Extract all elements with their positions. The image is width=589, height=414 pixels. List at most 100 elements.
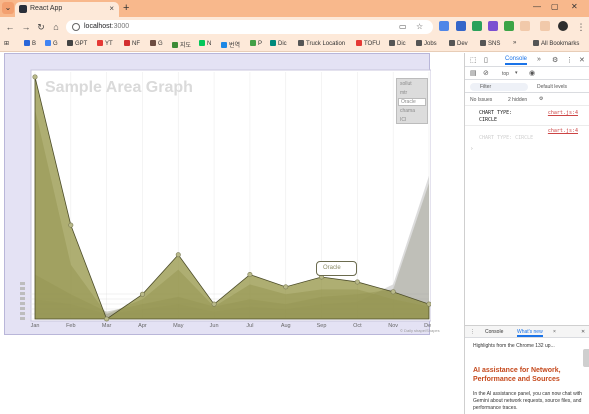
context-dropdown-icon[interactable]: ▾ bbox=[515, 70, 518, 76]
bookmark-folder[interactable]: Dev bbox=[449, 40, 468, 47]
bookmark-item[interactable]: 지도 bbox=[172, 40, 191, 49]
drawer-tab-whats-new[interactable]: What's new bbox=[517, 329, 543, 337]
y-tick-mark bbox=[20, 307, 25, 310]
bookmark-item[interactable]: P bbox=[250, 40, 262, 47]
home-icon[interactable]: ⌂ bbox=[50, 21, 62, 33]
y-tick-mark bbox=[20, 312, 25, 315]
maximize-icon[interactable]: ▢ bbox=[551, 2, 559, 11]
extensions-puzzle-icon[interactable] bbox=[520, 21, 530, 31]
all-bookmarks-folder[interactable]: All Bookmarks bbox=[533, 40, 579, 47]
url-text: localhost:3000 bbox=[84, 23, 130, 30]
console-source-link[interactable]: chart.js:4 bbox=[548, 128, 578, 134]
legend-item[interactable]: chama bbox=[400, 108, 415, 114]
y-tick-mark bbox=[20, 297, 25, 300]
context-selector[interactable]: top bbox=[502, 71, 509, 77]
devtools-menu-icon[interactable]: ⋮ bbox=[566, 56, 573, 64]
more-tabs-icon[interactable]: » bbox=[537, 56, 541, 63]
close-window-icon[interactable]: ✕ bbox=[571, 2, 578, 11]
bookmark-folder[interactable]: Jobs bbox=[416, 40, 437, 47]
bookmark-item[interactable]: Dic bbox=[389, 40, 406, 47]
drawer-tab-console[interactable]: Console bbox=[485, 329, 503, 335]
whats-new-highlights: Highlights from the Chrome 132 up... bbox=[473, 343, 555, 349]
browser-menu-icon[interactable]: ⋮ bbox=[575, 21, 587, 33]
apps-grid-icon[interactable]: ⊞ bbox=[4, 40, 9, 47]
bookmark-item[interactable]: B bbox=[24, 40, 36, 47]
legend-item-selected[interactable]: Oracle bbox=[398, 98, 426, 106]
bookmark-item[interactable]: Dic bbox=[270, 40, 287, 47]
bookmark-item[interactable]: TOFU bbox=[356, 40, 380, 47]
reload-icon[interactable]: ↻ bbox=[35, 21, 47, 33]
url-omnibox[interactable]: localhost:3000 ▭ ☆ bbox=[66, 20, 433, 34]
extension-translate-icon[interactable] bbox=[439, 21, 449, 31]
bookmark-item[interactable]: YT bbox=[97, 40, 113, 47]
console-message-text: CHART TYPE: CIRCLE bbox=[479, 135, 534, 141]
minimize-icon[interactable]: — bbox=[533, 2, 541, 11]
chart-tooltip: Oracle bbox=[316, 261, 357, 276]
tab-bar: ⌄ React App × + — ▢ ✕ bbox=[0, 0, 589, 17]
console-prompt-icon[interactable]: › bbox=[471, 146, 473, 152]
bookmark-item[interactable]: Truck Location bbox=[298, 40, 345, 47]
sidepanel-icon[interactable] bbox=[540, 21, 550, 31]
whats-new-title[interactable]: AI assistance for Network, Performance a… bbox=[473, 366, 585, 384]
log-levels-dropdown[interactable]: Default levels bbox=[537, 84, 567, 90]
bookmark-item[interactable]: GPT bbox=[67, 40, 87, 47]
data-point bbox=[247, 272, 253, 278]
drawer-menu-icon[interactable]: ⋮ bbox=[470, 329, 475, 335]
bookmark-star-icon[interactable]: ☆ bbox=[416, 22, 423, 31]
settings-gear-icon[interactable]: ⚙ bbox=[552, 56, 558, 64]
profile-avatar-icon[interactable] bbox=[558, 21, 568, 31]
data-point bbox=[390, 289, 396, 295]
bookmark-item[interactable]: N bbox=[199, 40, 211, 47]
console-source-link[interactable]: chart.js:4 bbox=[548, 110, 578, 116]
legend-item[interactable]: ICI bbox=[400, 117, 406, 123]
data-point bbox=[211, 301, 217, 307]
whats-new-body: In the AI assistance panel, you can now … bbox=[473, 391, 582, 411]
tab-console[interactable]: Console bbox=[505, 56, 528, 65]
y-tick-mark bbox=[20, 317, 25, 320]
bookmark-item[interactable]: NF bbox=[124, 40, 140, 47]
y-tick-mark bbox=[20, 302, 25, 305]
data-point bbox=[104, 316, 110, 322]
console-message: chart.js:4 CHART TYPE: CIRCLE bbox=[465, 127, 589, 143]
bookmark-item[interactable]: 번역 bbox=[221, 40, 240, 49]
extension-purple-icon[interactable] bbox=[488, 21, 498, 31]
bookmark-item[interactable]: G bbox=[150, 40, 163, 47]
device-toggle-icon[interactable]: ▯ bbox=[484, 56, 488, 64]
forward-icon[interactable]: → bbox=[20, 21, 32, 33]
tab-close-icon[interactable]: × bbox=[109, 4, 114, 13]
tab-search-icon[interactable]: ⌄ bbox=[2, 2, 14, 14]
whats-new-thumbnail bbox=[583, 349, 589, 367]
tab-react-app[interactable]: React App × bbox=[15, 2, 119, 17]
sidebar-toggle-icon[interactable]: ▤ bbox=[470, 69, 477, 77]
new-tab-button[interactable]: + bbox=[123, 1, 129, 15]
clear-console-icon[interactable]: ⊘ bbox=[483, 69, 489, 77]
bookmarks-overflow-icon[interactable]: » bbox=[513, 40, 516, 46]
chart-legend: sollut mtr Oracle chama ICI bbox=[396, 78, 428, 124]
data-point bbox=[68, 222, 74, 228]
bookmark-item[interactable]: G bbox=[45, 40, 58, 47]
drawer-tab-close-icon[interactable]: × bbox=[553, 329, 556, 335]
bookmarks-bar: ⊞ B G GPT YT NF G 지도 N 번역 P Dic Truck Lo… bbox=[0, 37, 589, 52]
cast-icon[interactable]: ▭ bbox=[399, 22, 407, 31]
console-filter-input[interactable]: Filter bbox=[470, 83, 528, 91]
console-message-text: CHART TYPE: bbox=[479, 110, 513, 116]
legend-item[interactable]: mtr bbox=[400, 90, 407, 96]
bookmark-folder[interactable]: SNS bbox=[480, 40, 500, 47]
address-bar-row: ← → ↻ ⌂ localhost:3000 ▭ ☆ ⋮ bbox=[0, 17, 589, 37]
site-info-icon[interactable] bbox=[72, 23, 80, 31]
devtools-close-icon[interactable]: ✕ bbox=[579, 56, 585, 64]
live-expression-eye-icon[interactable]: ◉ bbox=[529, 69, 535, 77]
extension-green-icon[interactable] bbox=[472, 21, 482, 31]
extension-blue-icon[interactable] bbox=[456, 21, 466, 31]
drawer-close-icon[interactable]: ✕ bbox=[581, 329, 585, 335]
console-settings-icon[interactable]: ⚙ bbox=[539, 96, 543, 102]
x-tick-label: Jun bbox=[210, 323, 219, 329]
data-point bbox=[426, 301, 431, 307]
devtools-panel: ⬚ ▯ Console » ⚙ ⋮ ✕ ▤ ⊘ top ▾ ◉ Filter D… bbox=[464, 53, 589, 414]
extension-shield-icon[interactable] bbox=[504, 21, 514, 31]
back-icon[interactable]: ← bbox=[4, 21, 16, 33]
inspect-element-icon[interactable]: ⬚ bbox=[470, 56, 477, 64]
legend-item[interactable]: sollut bbox=[400, 81, 412, 87]
chart-title: Sample Area Graph bbox=[45, 79, 193, 96]
no-issues-label[interactable]: No Issues bbox=[470, 97, 492, 103]
